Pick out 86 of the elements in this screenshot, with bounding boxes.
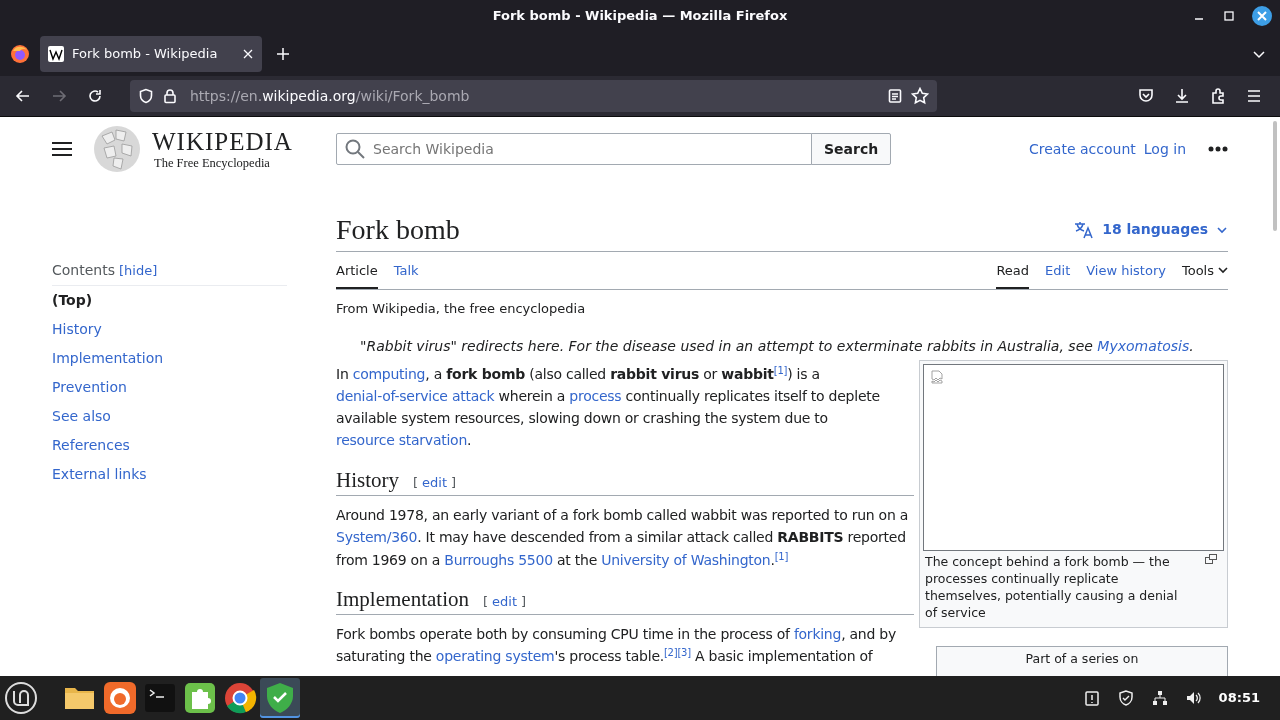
page-tab[interactable]: Edit — [1045, 254, 1071, 290]
wikipedia-wordmark[interactable]: WIKIPEDIA — [152, 128, 293, 154]
pocket-icon[interactable] — [1137, 87, 1155, 105]
bracket: [ — [413, 473, 419, 492]
toc-item[interactable]: (Top) — [52, 286, 287, 315]
body-paragraph: In computing, a fork bomb (also called rabbit virus or wabbit$^{[1]}$) is a denial-of-service attack wherein a process continually replicates itself to deplete available system resources, slowing down or crashing the system due to resource starvation. — [336, 363, 881, 451]
article-link[interactable]: operating system — [435, 648, 555, 665]
citation-link[interactable]: [1] — [774, 550, 789, 562]
puzzle-icon — [182, 680, 218, 716]
bracket: ] — [521, 592, 527, 611]
toc-item[interactable]: Implementation — [52, 344, 287, 373]
toc-item[interactable]: See also — [52, 402, 287, 431]
citation-link[interactable]: [1] — [773, 364, 788, 376]
url-text: https://en.wikipedia.org/wiki/Fork_bomb — [190, 86, 471, 106]
citation-link[interactable]: [3] — [677, 647, 691, 659]
translate-icon — [1074, 219, 1095, 240]
bracket: [ — [482, 592, 489, 611]
search-button[interactable]: Search — [811, 133, 892, 165]
edit-link[interactable]: edit — [422, 472, 448, 493]
close-button[interactable] — [1252, 6, 1272, 26]
start-menu-icon[interactable] — [4, 681, 38, 715]
article-link[interactable]: forking — [793, 626, 842, 643]
chevron-down-icon — [1218, 265, 1228, 276]
clipboard-icon[interactable] — [1082, 689, 1101, 707]
firefox-icon[interactable] — [10, 44, 30, 64]
close-icon[interactable] — [242, 48, 254, 60]
languages-button[interactable]: 18 languages — [1074, 219, 1228, 241]
clock[interactable]: 08:51 — [1218, 688, 1260, 708]
search-icon — [345, 139, 365, 159]
more-icon[interactable] — [1208, 146, 1228, 152]
menu-icon[interactable] — [1245, 87, 1263, 105]
address-bar[interactable]: https://en.wikipedia.org/wiki/Fork_bomb — [130, 80, 937, 112]
network-icon[interactable] — [1150, 689, 1169, 707]
toc-item[interactable]: History — [52, 315, 287, 344]
page-tab[interactable]: Article — [336, 254, 378, 290]
shield-icon[interactable] — [138, 88, 154, 104]
account-link[interactable]: Create account — [1029, 138, 1136, 160]
reader-view-icon[interactable] — [887, 88, 903, 104]
article-title: Fork bomb — [336, 213, 460, 247]
download-icon[interactable] — [1173, 87, 1191, 105]
article-link[interactable]: computing — [352, 365, 426, 382]
article-link[interactable]: System/360 — [336, 529, 418, 546]
page-tab[interactable]: Talk — [393, 254, 419, 290]
contents-heading: Contents — [52, 261, 115, 280]
maximize-button[interactable] — [1222, 9, 1236, 23]
broken-image-icon — [930, 369, 944, 384]
body-paragraph: Fork bombs operate both by consuming CPU time in the process of forking, and by saturating the operating system's process table.$^{[2]}$$^{[3]}$ A basic implementation of — [336, 625, 897, 667]
star-icon[interactable] — [911, 87, 929, 105]
section-heading: Implementation — [336, 586, 469, 613]
chrome-icon — [222, 680, 258, 716]
firefox-icon — [102, 680, 138, 716]
wikipedia-favicon — [48, 46, 64, 62]
article-link[interactable]: University of Washington — [601, 551, 771, 568]
page-tab[interactable]: View history — [1086, 254, 1166, 290]
scrollbar-thumb[interactable] — [1273, 121, 1277, 231]
window-title: Fork bomb - Wikipedia — Mozilla Firefox — [492, 7, 788, 26]
bracket: ] — [451, 473, 457, 492]
edit-link[interactable]: edit — [492, 591, 517, 612]
browser-tab[interactable]: Fork bomb - Wikipedia — [40, 36, 262, 72]
citation-link[interactable]: [2] — [663, 647, 678, 659]
taskbar-app[interactable] — [260, 678, 300, 718]
tools-menu[interactable]: Tools — [1181, 254, 1228, 290]
wikipedia-tagline: The Free Encyclopedia — [154, 156, 271, 170]
toc-item[interactable]: External links — [52, 460, 287, 489]
hide-link[interactable]: [hide] — [119, 260, 158, 281]
article-link[interactable]: denial-of-service attack — [336, 387, 495, 404]
search-field[interactable]: Search Wikipedia — [336, 133, 812, 165]
lock-icon — [162, 88, 178, 104]
toc-item[interactable]: References — [52, 431, 287, 460]
series-intro: Part of a series on — [1024, 649, 1140, 668]
shield-icon[interactable] — [1116, 689, 1135, 707]
tagline: From Wikipedia, the free encyclopedia — [336, 300, 587, 319]
article-link[interactable]: process — [569, 387, 622, 404]
hatnote: "Rabbit virus" redirects here. For the disease used in an attempt to exterminate rabbits in Australia, see Myxomatosis. — [360, 336, 1195, 356]
enlarge-icon[interactable] — [1205, 553, 1217, 564]
article-link[interactable]: Burroughs 5500 — [444, 551, 553, 568]
toc-item[interactable]: Prevention — [52, 373, 287, 402]
figure-caption: The concept behind a fork bomb — the processes continually replicate themselves, potentially causing a denial of service — [924, 552, 1179, 621]
page-tab[interactable]: Read — [996, 254, 1030, 290]
section-heading: History — [336, 467, 399, 493]
extensions-icon[interactable] — [1209, 87, 1227, 105]
account-link[interactable]: Log in — [1143, 138, 1186, 160]
body-paragraph: Around 1978, an early variant of a fork bomb called wabbit was reported to run on a System/360. It may have descended from a similar attack called RABBITS reported from 1969 on a Burroughs 5500 at the University of Washington.$^{[1]}$ — [336, 505, 910, 570]
new-tab-icon[interactable] — [276, 47, 290, 61]
reload-button[interactable] — [86, 87, 104, 105]
menu-icon[interactable] — [52, 141, 72, 157]
